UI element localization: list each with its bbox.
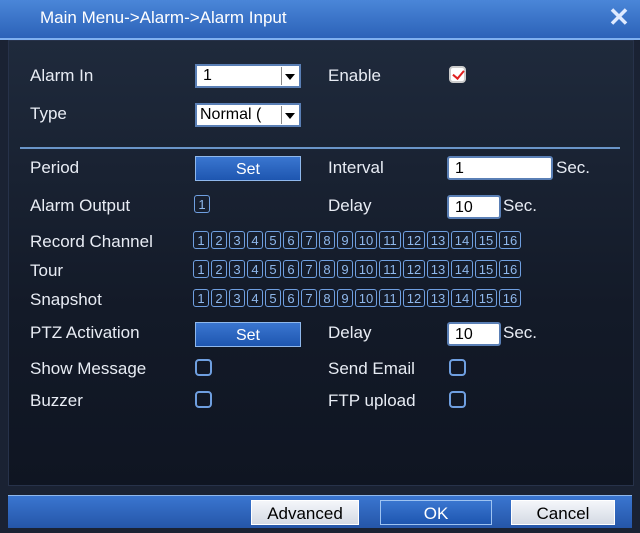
channel-toggle[interactable]: 11: [379, 260, 401, 278]
channel-toggle[interactable]: 10: [355, 260, 377, 278]
channel-toggle[interactable]: 9: [337, 260, 353, 278]
advanced-button[interactable]: Advanced: [251, 500, 359, 525]
channel-toggle[interactable]: 6: [283, 231, 299, 249]
show-message-checkbox[interactable]: [195, 359, 212, 376]
channel-toggle[interactable]: 10: [355, 289, 377, 307]
channel-toggle[interactable]: 6: [283, 260, 299, 278]
interval-value: 1: [455, 160, 464, 177]
interval-unit: Sec.: [556, 158, 591, 177]
ok-button[interactable]: OK: [380, 500, 492, 525]
period-set-button[interactable]: Set: [195, 156, 301, 181]
window-title: Main Menu->Alarm->Alarm Input: [40, 8, 287, 27]
channel-toggle[interactable]: 2: [211, 289, 227, 307]
channel-toggle[interactable]: 1: [193, 231, 209, 249]
alarm-in-value: 1: [203, 67, 212, 84]
channel-toggle[interactable]: 11: [379, 231, 401, 249]
enable-label: Enable: [328, 66, 381, 85]
ptz-delay-value: 10: [455, 326, 473, 343]
channel-toggle[interactable]: 3: [229, 289, 245, 307]
footer-bar: Advanced OK Cancel: [8, 495, 632, 528]
channel-toggle[interactable]: 9: [337, 289, 353, 307]
channel-toggle[interactable]: 7: [301, 260, 317, 278]
ptz-delay-unit: Sec.: [503, 323, 538, 342]
record-channel-label: Record Channel: [30, 232, 153, 251]
channel-toggle[interactable]: 16: [499, 289, 521, 307]
channel-toggle[interactable]: 16: [499, 260, 521, 278]
channel-toggle[interactable]: 2: [211, 231, 227, 249]
channel-toggle[interactable]: 3: [229, 260, 245, 278]
chevron-down-icon[interactable]: [281, 106, 298, 124]
send-email-checkbox[interactable]: [449, 359, 466, 376]
ftp-upload-label: FTP upload: [328, 391, 416, 410]
chevron-down-icon[interactable]: [281, 67, 298, 85]
channel-toggle[interactable]: 4: [247, 289, 263, 307]
divider: [20, 147, 620, 149]
send-email-label: Send Email: [328, 359, 415, 378]
close-icon[interactable]: ✕: [606, 4, 632, 30]
channel-toggle[interactable]: 8: [319, 289, 335, 307]
interval-label: Interval: [328, 158, 384, 177]
ftp-upload-checkbox[interactable]: [449, 391, 466, 408]
enable-checkbox[interactable]: [449, 66, 466, 83]
channel-toggle[interactable]: 5: [265, 260, 281, 278]
delay-value: 10: [455, 199, 473, 216]
alarm-in-label: Alarm In: [30, 66, 94, 85]
channel-toggle[interactable]: 13: [427, 260, 449, 278]
ptz-delay-label: Delay: [328, 323, 372, 342]
channel-toggle[interactable]: 12: [403, 231, 425, 249]
buzzer-checkbox[interactable]: [195, 391, 212, 408]
alarm-output-channel[interactable]: 1: [194, 195, 210, 213]
channel-toggle[interactable]: 7: [301, 289, 317, 307]
channel-toggle[interactable]: 13: [427, 231, 449, 249]
channel-toggle[interactable]: 7: [301, 231, 317, 249]
channel-toggle[interactable]: 15: [475, 231, 497, 249]
type-value: Normal (: [200, 106, 262, 123]
channel-toggle[interactable]: 6: [283, 289, 299, 307]
snapshot-label: Snapshot: [30, 290, 102, 309]
alarm-input-window: Main Menu->Alarm->Alarm Input ✕ Alarm In…: [0, 0, 640, 533]
channel-toggle[interactable]: 16: [499, 231, 521, 249]
channel-toggle[interactable]: 14: [451, 231, 473, 249]
channel-toggle[interactable]: 15: [475, 289, 497, 307]
channel-toggle[interactable]: 12: [403, 260, 425, 278]
channel-toggle[interactable]: 4: [247, 260, 263, 278]
period-label: Period: [30, 158, 80, 177]
tour-label: Tour: [30, 261, 64, 280]
channel-toggle[interactable]: 1: [193, 289, 209, 307]
alarm-output-label: Alarm Output: [30, 196, 131, 215]
channel-toggle[interactable]: 4: [247, 231, 263, 249]
ptz-delay-input[interactable]: 10: [447, 322, 501, 346]
channel-toggle[interactable]: 14: [451, 289, 473, 307]
delay-label: Delay: [328, 196, 372, 215]
buzzer-label: Buzzer: [30, 391, 83, 410]
ptz-set-button[interactable]: Set: [195, 322, 301, 347]
channel-toggle[interactable]: 5: [265, 231, 281, 249]
channel-toggle[interactable]: 1: [193, 260, 209, 278]
show-message-label: Show Message: [30, 359, 147, 378]
channel-toggle[interactable]: 10: [355, 231, 377, 249]
interval-input[interactable]: 1: [447, 156, 553, 180]
channel-toggle[interactable]: 3: [229, 231, 245, 249]
channel-toggle[interactable]: 14: [451, 260, 473, 278]
delay-input[interactable]: 10: [447, 195, 501, 219]
channel-toggle[interactable]: 5: [265, 289, 281, 307]
ptz-activation-label: PTZ Activation: [30, 323, 140, 342]
channel-toggle[interactable]: 15: [475, 260, 497, 278]
channel-toggle[interactable]: 11: [379, 289, 401, 307]
channel-toggle[interactable]: 8: [319, 231, 335, 249]
channel-toggle[interactable]: 12: [403, 289, 425, 307]
channel-toggle[interactable]: 13: [427, 289, 449, 307]
title-bar: Main Menu->Alarm->Alarm Input ✕: [0, 0, 640, 40]
type-label: Type: [30, 104, 67, 123]
cancel-button[interactable]: Cancel: [511, 500, 615, 525]
type-select[interactable]: Normal (: [195, 103, 301, 127]
alarm-in-select[interactable]: 1: [195, 64, 301, 88]
delay-unit: Sec.: [503, 196, 538, 215]
channel-toggle[interactable]: 8: [319, 260, 335, 278]
channel-toggle[interactable]: 2: [211, 260, 227, 278]
channel-toggle[interactable]: 9: [337, 231, 353, 249]
